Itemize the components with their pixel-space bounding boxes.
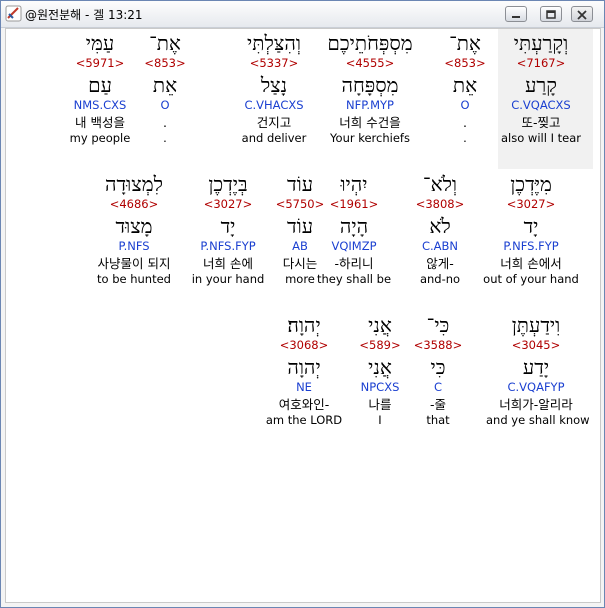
- morphology-code: C.ABN: [421, 239, 459, 253]
- english-gloss: to be hunted: [97, 272, 171, 286]
- word-cell[interactable]: וְהִצַּלְתִּי <5337> נָצַל C.VHACXS 건지고 and d…: [224, 31, 324, 145]
- strong-number: <4555>: [345, 56, 395, 70]
- word-cell[interactable]: וִידַעְתֶּן <3045> יָדַע C.VQAFYP 너희가-알리라 and…: [486, 313, 590, 427]
- app-logo-icon: [5, 5, 22, 22]
- english-gloss: Your kerchiefs: [330, 131, 410, 145]
- english-gloss: .: [463, 131, 467, 145]
- word-cell[interactable]: בְּיֶדְכֶן <3027> יָד P.NFS.FYP 너희 손에 in your…: [178, 172, 278, 286]
- verse-analysis-panel[interactable]: וְקָרַעְתִּי <7167> קָרַע C.VQACXS 또-찢고 also …: [5, 28, 601, 603]
- morphology-code: P.NFS.FYP: [200, 239, 256, 253]
- korean-gloss: 너희 손에서: [500, 256, 562, 271]
- strong-number: <4686>: [109, 197, 159, 211]
- hebrew-word: מִיֶּדְכֶן: [510, 172, 552, 196]
- strong-number: <3027>: [506, 197, 556, 211]
- english-gloss: in your hand: [191, 272, 265, 286]
- maximize-icon: [546, 10, 556, 19]
- english-gloss: and deliver: [241, 131, 307, 145]
- hebrew-lemma: יָדַע: [522, 355, 550, 379]
- korean-gloss: 않게-: [426, 256, 454, 271]
- hebrew-lemma: מִסְפָּחָה: [341, 73, 399, 97]
- morphology-code: P.NFS.FYP: [503, 239, 559, 253]
- morphology-code: NMS.CXS: [73, 98, 127, 112]
- morphology-code: NFP.MYP: [346, 98, 394, 112]
- hebrew-word: וְהִצַּלְתִּי: [247, 31, 301, 55]
- morphology-code: P.NFS: [118, 239, 150, 253]
- word-cell[interactable]: מִיֶּדְכֶן <3027> יָד P.NFS.FYP 너희 손에서 out of…: [481, 172, 581, 286]
- hebrew-word: לִמְצוּדָה: [105, 172, 163, 196]
- english-gloss: and ye shall know: [486, 413, 590, 427]
- hebrew-lemma: נָצַל: [260, 73, 288, 97]
- app-window: @원전분해 - 겔 13:21 וְקָרַעְתִּי <7167> קָרַע C…: [0, 0, 605, 608]
- morphology-code: C.VHACXS: [244, 98, 304, 112]
- word-cell[interactable]: לִמְצוּדָה <4686> מָצוּד P.NFS 사냥물이 되지 to be …: [84, 172, 184, 286]
- hebrew-lemma: יְהוָה: [287, 355, 321, 379]
- english-gloss: out of your hand: [483, 272, 579, 286]
- title-bar[interactable]: @원전분해 - 겔 13:21: [1, 1, 604, 28]
- english-gloss: and-no: [419, 272, 461, 286]
- morphology-code: NE: [296, 380, 312, 394]
- hebrew-word: בְּיֶדְכֶן: [208, 172, 248, 196]
- korean-gloss: 여호와인-: [278, 397, 330, 412]
- maximize-button[interactable]: [540, 6, 562, 22]
- hebrew-word: מִסְפְּחֹתֵיכֶם: [327, 31, 413, 55]
- hebrew-lemma: מָצוּד: [115, 214, 153, 238]
- hebrew-word: וְלֹא־: [422, 172, 458, 196]
- strong-number: <5337>: [249, 56, 299, 70]
- korean-gloss: .: [463, 115, 467, 130]
- morphology-code: O: [460, 98, 470, 112]
- hebrew-lemma: יָד: [523, 214, 539, 238]
- hebrew-word: יְהוָה׃: [287, 313, 321, 337]
- minimize-button[interactable]: [505, 6, 527, 22]
- morphology-code: C.VQAFYP: [507, 380, 565, 394]
- korean-gloss: 너희 수건을: [339, 115, 401, 130]
- strong-number: <5971>: [75, 56, 125, 70]
- korean-gloss: 내 백성을: [75, 115, 125, 130]
- english-gloss: am the LORD: [265, 413, 343, 427]
- close-button[interactable]: [571, 6, 593, 22]
- hebrew-lemma: לֹא: [429, 214, 451, 238]
- korean-gloss: 사냥물이 되지: [97, 256, 171, 271]
- strong-number: <3068>: [279, 338, 329, 352]
- word-cell[interactable]: אֶת־ <853> אֵת O..: [415, 31, 515, 145]
- korean-gloss: 너희 손에: [203, 256, 253, 271]
- strong-number: <853>: [444, 56, 486, 70]
- strong-number: <3808>: [415, 197, 465, 211]
- word-cell[interactable]: יְהוָה׃ <3068> יְהוָה NE 여호와인-am the LORD: [254, 313, 354, 427]
- window-title: @원전분해 - 겔 13:21: [25, 8, 143, 22]
- english-gloss: my people: [69, 131, 131, 145]
- hebrew-word: אֶת־: [449, 31, 481, 55]
- hebrew-word: עַמִּי: [85, 31, 115, 55]
- hebrew-lemma: אֵת: [452, 73, 478, 97]
- korean-gloss: 너희가-알리라: [499, 397, 573, 412]
- korean-gloss: 건지고: [256, 115, 292, 130]
- word-cell[interactable]: מִסְפְּחֹתֵיכֶם <4555> מִסְפָּחָה NFP.MYP 너희…: [320, 31, 420, 145]
- minimize-icon: [512, 16, 520, 18]
- hebrew-lemma: עַם: [88, 73, 112, 97]
- word-cell[interactable]: עַמִּי <5971> עַם NMS.CXS 내 백성을 my people: [50, 31, 150, 145]
- strong-number: <3045>: [511, 338, 561, 352]
- hebrew-lemma: יָד: [220, 214, 236, 238]
- hebrew-word: וִידַעְתֶּן: [511, 313, 561, 337]
- close-icon: [577, 10, 587, 20]
- word-cell[interactable]: וְלֹא־ <3808> לֹא C.ABN 않게-and-no: [390, 172, 490, 286]
- strong-number: <3027>: [203, 197, 253, 211]
